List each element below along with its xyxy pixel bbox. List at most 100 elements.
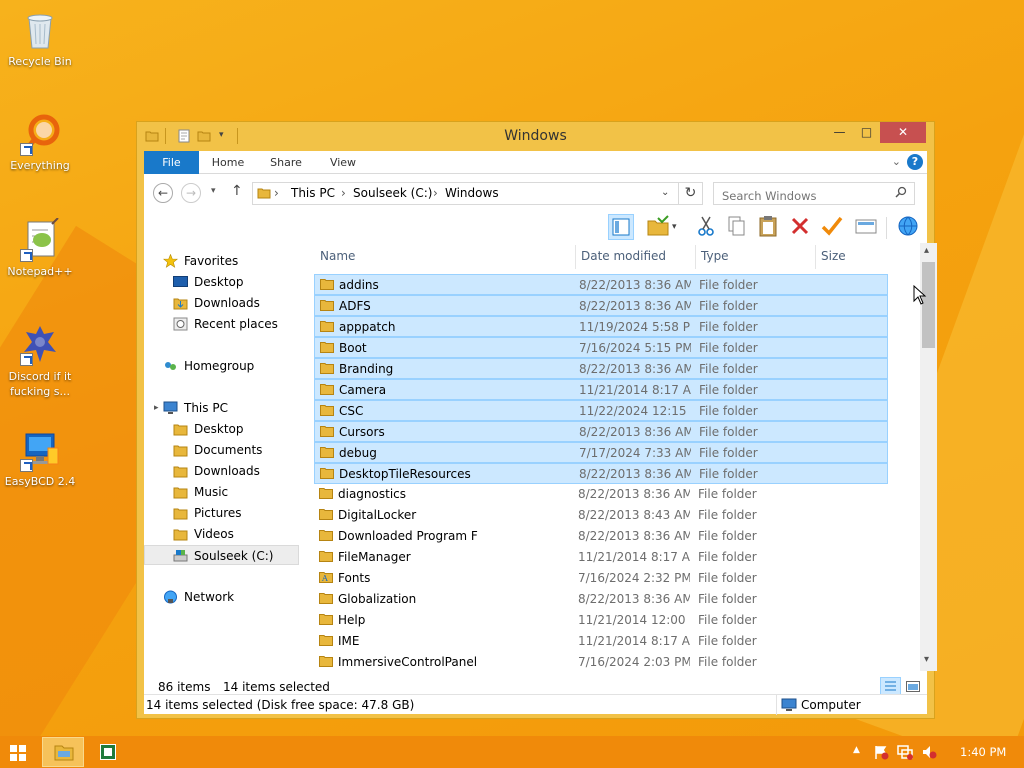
nav-desktop[interactable]: Desktop [144, 272, 299, 292]
tab-view[interactable]: View [315, 151, 371, 174]
table-row[interactable]: IME 11/21/2014 8:17 AM File folder [314, 631, 888, 652]
taskbar-explorer-button[interactable] [42, 737, 84, 767]
file-name: IME [338, 634, 360, 648]
table-row[interactable]: Help 11/21/2014 12:00 ... File folder [314, 610, 888, 631]
breadcrumb-this-pc[interactable]: This PC [291, 186, 335, 200]
table-row[interactable]: debug 7/17/2024 7:33 AM File folder [314, 442, 888, 463]
expand-arrow-icon[interactable]: ▸ [154, 398, 159, 418]
preview-pane-icon[interactable] [608, 214, 634, 240]
nav-pc-downloads[interactable]: Downloads [144, 461, 299, 481]
properties-icon[interactable] [854, 214, 880, 240]
dropdown-icon[interactable]: ▾ [672, 214, 684, 240]
close-button[interactable]: ✕ [880, 122, 926, 143]
show-hidden-icons[interactable]: ▲ [853, 745, 860, 755]
address-dropdown-icon[interactable]: ⌄ [661, 187, 669, 198]
folder-icon [319, 592, 333, 604]
table-row[interactable]: apppatch 11/19/2024 5:58 PM File folder [314, 316, 888, 337]
taskbar-app-icon[interactable] [100, 744, 116, 760]
table-row[interactable]: Branding 8/22/2013 8:36 AM File folder [314, 358, 888, 379]
folder-icon [319, 613, 333, 625]
table-row[interactable]: A Fonts 7/16/2024 2:32 PM File folder [314, 568, 888, 589]
large-icons-view-icon[interactable] [905, 679, 921, 694]
file-name: debug [339, 446, 377, 460]
scroll-down-icon[interactable]: ▾ [924, 654, 929, 665]
refresh-button[interactable]: ↻ [679, 182, 703, 205]
column-size[interactable]: Size [821, 249, 846, 263]
nav-downloads[interactable]: Downloads [144, 293, 299, 313]
tab-home[interactable]: Home [199, 151, 257, 174]
table-row[interactable]: DigitalLocker 8/22/2013 8:43 AM File folde… [314, 505, 888, 526]
search-input[interactable] [713, 182, 915, 205]
breadcrumb-drive[interactable]: Soulseek (C:) [353, 186, 432, 200]
maximize-button[interactable]: □ [853, 122, 880, 143]
nav-videos[interactable]: Videos [144, 524, 299, 544]
table-row[interactable]: addins 8/22/2013 8:36 AM File folder [314, 274, 888, 295]
volume-muted-icon[interactable] [921, 744, 937, 760]
column-type[interactable]: Type [701, 249, 729, 263]
file-date-modified: 11/21/2014 8:17 AM [579, 383, 691, 397]
nav-documents[interactable]: Documents [144, 440, 299, 460]
nav-network[interactable]: Network [144, 587, 299, 607]
nav-drive-c[interactable]: Soulseek (C:) [144, 545, 299, 565]
table-row[interactable]: DesktopTileResources 8/22/2013 8:36 AM Fil… [314, 463, 888, 484]
up-button[interactable]: ↑ [231, 183, 243, 199]
column-name[interactable]: Name [320, 249, 355, 263]
action-center-flag-icon[interactable] [873, 744, 889, 760]
desktop-icon-easybcd[interactable]: EasyBCD 2.4 [0, 428, 80, 488]
table-row[interactable]: CSC 11/22/2024 12:15 ... File folder [314, 400, 888, 421]
table-row[interactable]: Globalization 8/22/2013 8:36 AM File folde… [314, 589, 888, 610]
minimize-button[interactable]: — [826, 122, 853, 143]
network-globe-icon[interactable] [896, 214, 922, 240]
nav-music[interactable]: Music [144, 482, 299, 502]
nav-this-pc[interactable]: ▸ This PC [144, 398, 299, 418]
rename-check-icon[interactable] [820, 214, 846, 240]
paste-icon[interactable] [756, 214, 782, 240]
desktop-icon-discord[interactable]: Discord if it fucking s... [0, 322, 80, 399]
expand-ribbon-icon[interactable]: ⌄ [892, 155, 901, 168]
desktop-icon-everything[interactable]: Everything [0, 112, 80, 172]
table-row[interactable]: ADFS 8/22/2013 8:36 AM File folder [314, 295, 888, 316]
vertical-scrollbar[interactable]: ▴ ▾ [920, 243, 937, 671]
forward-button[interactable]: → [181, 183, 201, 203]
scroll-up-icon[interactable]: ▴ [924, 245, 929, 256]
everything-icon [18, 112, 62, 156]
breadcrumb-windows[interactable]: Windows [445, 186, 499, 200]
copy-icon[interactable] [724, 214, 750, 240]
address-bar[interactable]: › This PC › Soulseek (C:) › Windows ⌄ [252, 182, 679, 205]
title-bar[interactable]: ▾ Windows — □ ✕ [137, 122, 934, 151]
delete-icon[interactable] [788, 214, 814, 240]
computer-icon [163, 401, 178, 415]
select-folder-icon[interactable] [646, 214, 672, 240]
table-row[interactable]: Camera 11/21/2014 8:17 AM File folder [314, 379, 888, 400]
tab-file[interactable]: File [144, 151, 199, 174]
start-windows-icon[interactable] [10, 745, 26, 761]
table-row[interactable]: Boot 7/16/2024 5:15 PM File folder [314, 337, 888, 358]
recent-locations-icon[interactable]: ▾ [211, 186, 216, 196]
desktop-icon-recycle-bin[interactable]: Recycle Bin [0, 8, 80, 68]
column-divider[interactable] [815, 245, 816, 269]
table-row[interactable]: FileManager 11/21/2014 8:17 AM File folder [314, 547, 888, 568]
nav-recent-places[interactable]: Recent places [144, 314, 299, 334]
cut-icon[interactable] [694, 214, 720, 240]
nav-favorites[interactable]: Favorites [144, 251, 299, 271]
column-divider[interactable] [695, 245, 696, 269]
help-icon[interactable]: ? [907, 154, 923, 170]
nav-homegroup[interactable]: Homegroup [144, 356, 299, 376]
search-icon[interactable] [895, 186, 907, 198]
desktop-icon-notepadpp[interactable]: Notepad++ [0, 217, 80, 278]
column-divider[interactable] [575, 245, 576, 269]
tab-share[interactable]: Share [257, 151, 315, 174]
nav-pc-desktop[interactable]: Desktop [144, 419, 299, 439]
table-row[interactable]: Downloaded Program Files 8/22/2013 8:36 A… [314, 526, 888, 547]
clock[interactable]: 1:40 PM [960, 745, 1006, 759]
table-row[interactable]: ImmersiveControlPanel 7/16/2024 2:03 PM Fi… [314, 652, 888, 671]
network-status-icon[interactable] [897, 744, 913, 760]
column-date-modified[interactable]: Date modified [581, 249, 666, 263]
table-row[interactable]: Cursors 8/22/2013 8:36 AM File folder [314, 421, 888, 442]
nav-pictures[interactable]: Pictures [144, 503, 299, 523]
file-date-modified: 8/22/2013 8:36 AM [578, 487, 690, 501]
table-row[interactable]: diagnostics 8/22/2013 8:36 AM File folder [314, 484, 888, 505]
back-button[interactable]: ← [153, 183, 173, 203]
folder-icon [320, 383, 334, 395]
folder-icon [173, 464, 188, 478]
